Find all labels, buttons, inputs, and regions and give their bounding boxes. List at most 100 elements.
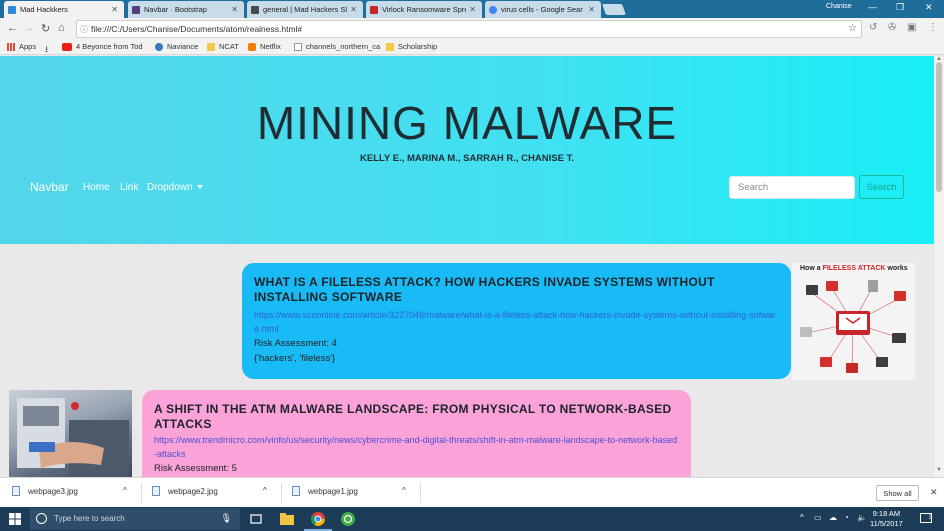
address-bar[interactable]: ⓘ file:///C:/Users/Chanise/Documents/ato… [76, 20, 862, 38]
bootstrap-icon [132, 5, 140, 14]
tab-title: Navbar · Bootstrap [144, 5, 207, 14]
page-title: MINING MALWARE [256, 97, 678, 149]
nav-dropdown[interactable]: Dropdown [147, 182, 203, 193]
action-center-icon[interactable]: 3 [920, 513, 932, 523]
bookmark-label: Scholarship [398, 42, 438, 51]
atm-photo-icon [17, 398, 129, 477]
chrome-icon[interactable] [310, 511, 326, 527]
history-extension-icon[interactable]: ↺ [869, 22, 877, 33]
app-icon[interactable] [340, 511, 356, 527]
tab-virlock-ransomware[interactable]: Virlock Ransomware Spre ✕ [366, 1, 482, 18]
search-input[interactable] [729, 176, 855, 199]
page-scrollbar[interactable]: ▲ ▼ [934, 56, 944, 477]
tab-mad-hackkers[interactable]: Mad Hackkers ✕ [4, 1, 124, 18]
article-title: A SHIFT IN THE ATM MALWARE LANDSCAPE: FR… [154, 402, 672, 431]
close-tab-icon[interactable]: ✕ [111, 5, 118, 14]
tab-title: Mad Hackkers [20, 5, 68, 14]
tab-virus-cells-google[interactable]: virus cells - Google Sear ✕ [485, 1, 601, 18]
taskbar-search-placeholder: Type here to search [54, 514, 125, 523]
tab-navbar-bootstrap[interactable]: Navbar · Bootstrap ✕ [128, 1, 244, 18]
scrollbar-thumb[interactable] [936, 62, 942, 192]
hero-banner: MINING MALWARE KELLY E., MARINA M., SARR… [0, 56, 934, 244]
page-icon [294, 42, 302, 51]
bookmark-channels[interactable]: channels_northern_ca [294, 42, 380, 51]
nav-link-home[interactable]: Home [83, 182, 110, 193]
bookmark-label: channels_northern_ca [306, 42, 381, 51]
file-explorer-icon[interactable] [279, 511, 295, 527]
caret-down-icon [196, 185, 203, 190]
naviance-icon [155, 42, 163, 51]
task-view-icon[interactable] [248, 511, 264, 527]
windows-start-icon[interactable] [9, 513, 21, 525]
navbar-brand[interactable]: Navbar [30, 180, 69, 194]
atm-image [9, 390, 132, 477]
windows-taskbar: Type here to search 🎙 ^ ▭ ☁ ◔ 🔈 9:18 AM … [0, 507, 944, 531]
apps-grid-icon [7, 42, 15, 51]
show-all-downloads-button[interactable]: Show all [876, 485, 919, 501]
article-link[interactable]: https://www.trendmicro.com/vinfo/us/secu… [154, 433, 679, 461]
url-text: file:///C:/Users/Chanise/Documents/atom/… [91, 24, 303, 34]
home-icon[interactable]: ⌂ [58, 22, 65, 34]
profile-name[interactable]: Chanise [826, 3, 852, 10]
google-icon [489, 5, 497, 14]
new-tab-button[interactable] [601, 4, 627, 15]
microphone-icon[interactable]: 🎙 [221, 513, 232, 524]
article-card: A SHIFT IN THE ATM MALWARE LANDSCAPE: FR… [142, 390, 691, 477]
tab-general-mad-hackers[interactable]: general | Mad Hackers Sl ✕ [247, 1, 363, 18]
chevron-up-icon[interactable]: ^ [123, 486, 127, 495]
system-clock[interactable]: 9:18 AM 11/5/2017 [870, 509, 903, 529]
scroll-down-icon[interactable]: ▼ [936, 467, 942, 473]
close-tab-icon[interactable]: ✕ [231, 5, 238, 14]
download-item[interactable]: webpage3.jpg [12, 486, 78, 496]
bookmark-youtube[interactable]: 4 Beyonce from Tod [62, 42, 143, 51]
onedrive-icon[interactable]: ☁ [829, 513, 837, 522]
slack-icon [251, 5, 259, 14]
tab-strip: Mad Hackkers ✕ Navbar · Bootstrap ✕ gene… [0, 0, 944, 18]
menu-icon[interactable]: ⋮ [928, 22, 938, 33]
wifi-icon[interactable]: ◔ [844, 513, 849, 522]
battery-icon[interactable]: ▭ [814, 513, 822, 522]
extension-icon[interactable]: ▣ [907, 22, 916, 33]
bookmark-apps[interactable]: Apps [7, 42, 36, 51]
bookmarks-bar: Apps ⭳ 4 Beyonce from Tod Naviance NCAT … [0, 40, 944, 55]
network-diagram-icon [800, 280, 906, 373]
download-item[interactable]: webpage2.jpg [152, 486, 218, 496]
minimize-icon[interactable]: — [868, 2, 877, 12]
bookmark-label: Apps [19, 42, 37, 51]
chevron-up-icon[interactable]: ^ [800, 513, 804, 522]
close-tab-icon[interactable]: ✕ [588, 5, 595, 14]
taskbar-search[interactable]: Type here to search 🎙 [30, 508, 240, 530]
forward-icon[interactable]: → [24, 22, 35, 34]
close-tab-icon[interactable]: ✕ [469, 5, 476, 14]
tab-title: general | Mad Hackers Sl [263, 5, 348, 14]
browser-toolbar: ← → ↻ ⌂ ⓘ file:///C:/Users/Chanise/Docum… [0, 18, 944, 40]
file-icon [292, 486, 300, 496]
extension-icon[interactable]: ✇ [888, 22, 896, 33]
restore-icon[interactable]: ❐ [896, 2, 904, 13]
reload-icon[interactable]: ↻ [41, 22, 50, 35]
bookmark-label: 4 Beyonce from Tod [76, 42, 143, 51]
close-shelf-icon[interactable]: ✕ [930, 487, 938, 498]
close-tab-icon[interactable]: ✕ [350, 5, 357, 14]
chevron-up-icon[interactable]: ^ [402, 486, 406, 495]
volume-icon[interactable]: 🔈 [857, 513, 867, 522]
downloads-shelf: webpage3.jpg ^ webpage2.jpg ^ webpage1.j… [0, 477, 944, 507]
bookmark-scholarship[interactable]: Scholarship [386, 42, 437, 51]
bookmark-star-icon[interactable]: ☆ [848, 23, 857, 34]
nav-link-link[interactable]: Link [120, 182, 138, 193]
bookmark-naviance[interactable]: Naviance [155, 42, 198, 51]
chevron-up-icon[interactable]: ^ [263, 486, 267, 495]
search-button[interactable]: Search [859, 175, 904, 199]
bookmark-label: NCAT [219, 42, 239, 51]
risk-assessment: Risk Assessment: 5 [154, 463, 237, 474]
download-filename: webpage2.jpg [168, 486, 218, 496]
close-window-icon[interactable]: ✕ [925, 2, 933, 13]
bookmark-ncat[interactable]: NCAT [207, 42, 239, 51]
download-item[interactable]: webpage1.jpg [292, 486, 358, 496]
bookmark-netflix[interactable]: Netflix [248, 42, 281, 51]
file-icon [12, 486, 20, 496]
back-icon[interactable]: ← [7, 22, 18, 34]
blogger-icon [248, 42, 256, 51]
info-icon[interactable]: ⓘ [80, 24, 88, 35]
article-link[interactable]: https://www.scoonline.com/article/322704… [254, 308, 779, 336]
